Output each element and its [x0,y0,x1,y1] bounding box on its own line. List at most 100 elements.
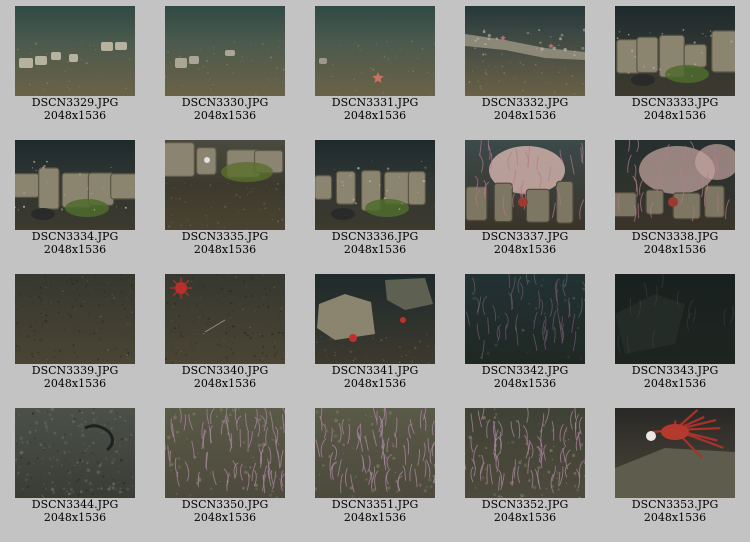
gallery-item: DSCN3341.JPG 2048x1536 [300,268,450,398]
filename-label: DSCN3330.JPG [181,96,269,109]
thumbnail-image[interactable] [615,140,735,230]
thumbnail-image[interactable] [315,274,435,364]
filename-label: DSCN3352.JPG [481,498,569,511]
thumbnail-caption: DSCN3342.JPG 2048x1536 [450,364,600,390]
thumbnail-image[interactable] [465,6,585,96]
thumbnail-image[interactable] [165,274,285,364]
dimensions-label: 2048x1536 [343,511,407,524]
thumbnail-image[interactable] [15,140,135,230]
thumbnail-caption: DSCN3341.JPG 2048x1536 [300,364,450,390]
dimensions-label: 2048x1536 [193,377,257,390]
thumbnail-caption: DSCN3350.JPG 2048x1536 [150,498,300,524]
dimensions-label: 2048x1536 [493,511,557,524]
gallery-item: DSCN3338.JPG 2048x1536 [600,134,750,264]
thumbnail-caption: DSCN3353.JPG 2048x1536 [600,498,750,524]
dimensions-label: 2048x1536 [43,109,107,122]
dimensions-label: 2048x1536 [43,511,107,524]
thumbnail-caption: DSCN3336.JPG 2048x1536 [300,230,450,256]
thumbnail-image[interactable] [165,6,285,96]
dimensions-label: 2048x1536 [193,109,257,122]
gallery-item: DSCN3353.JPG 2048x1536 [600,402,750,532]
filename-label: DSCN3343.JPG [631,364,719,377]
filename-label: DSCN3333.JPG [631,96,719,109]
dimensions-label: 2048x1536 [643,243,707,256]
thumbnail-image[interactable] [465,274,585,364]
gallery-item: DSCN3351.JPG 2048x1536 [300,402,450,532]
thumbnail-caption: DSCN3334.JPG 2048x1536 [0,230,150,256]
filename-label: DSCN3340.JPG [181,364,269,377]
gallery-item: DSCN3337.JPG 2048x1536 [450,134,600,264]
dimensions-label: 2048x1536 [193,511,257,524]
thumbnail-image[interactable] [315,6,435,96]
thumbnail-caption: DSCN3333.JPG 2048x1536 [600,96,750,122]
thumbnail-image[interactable] [315,408,435,498]
thumbnail-caption: DSCN3344.JPG 2048x1536 [0,498,150,524]
filename-label: DSCN3342.JPG [481,364,569,377]
gallery-item: DSCN3335.JPG 2048x1536 [150,134,300,264]
filename-label: DSCN3344.JPG [31,498,119,511]
thumbnail-caption: DSCN3351.JPG 2048x1536 [300,498,450,524]
thumbnail-image[interactable] [315,140,435,230]
gallery-item: DSCN3330.JPG 2048x1536 [150,0,300,130]
gallery-item: DSCN3339.JPG 2048x1536 [0,268,150,398]
thumbnail-image[interactable] [615,274,735,364]
thumbnail-caption: DSCN3337.JPG 2048x1536 [450,230,600,256]
thumbnail-caption: DSCN3335.JPG 2048x1536 [150,230,300,256]
dimensions-label: 2048x1536 [493,243,557,256]
thumbnail-image[interactable] [615,6,735,96]
gallery-item: DSCN3331.JPG 2048x1536 [300,0,450,130]
dimensions-label: 2048x1536 [193,243,257,256]
filename-label: DSCN3329.JPG [31,96,119,109]
gallery-item: DSCN3336.JPG 2048x1536 [300,134,450,264]
filename-label: DSCN3331.JPG [331,96,419,109]
gallery-item: DSCN3332.JPG 2048x1536 [450,0,600,130]
gallery-item: DSCN3344.JPG 2048x1536 [0,402,150,532]
thumbnail-caption: DSCN3352.JPG 2048x1536 [450,498,600,524]
thumbnail-image[interactable] [165,140,285,230]
dimensions-label: 2048x1536 [43,243,107,256]
thumbnail-caption: DSCN3343.JPG 2048x1536 [600,364,750,390]
dimensions-label: 2048x1536 [493,377,557,390]
dimensions-label: 2048x1536 [43,377,107,390]
filename-label: DSCN3339.JPG [31,364,119,377]
thumbnail-caption: DSCN3340.JPG 2048x1536 [150,364,300,390]
thumbnail-image[interactable] [15,408,135,498]
dimensions-label: 2048x1536 [343,109,407,122]
filename-label: DSCN3337.JPG [481,230,569,243]
thumbnail-image[interactable] [15,6,135,96]
thumbnail-caption: DSCN3338.JPG 2048x1536 [600,230,750,256]
gallery-item: DSCN3329.JPG 2048x1536 [0,0,150,130]
gallery-item: DSCN3342.JPG 2048x1536 [450,268,600,398]
filename-label: DSCN3353.JPG [631,498,719,511]
filename-label: DSCN3335.JPG [181,230,269,243]
dimensions-label: 2048x1536 [643,109,707,122]
filename-label: DSCN3338.JPG [631,230,719,243]
gallery-item: DSCN3334.JPG 2048x1536 [0,134,150,264]
thumbnail-image[interactable] [465,140,585,230]
thumbnail-image[interactable] [465,408,585,498]
dimensions-label: 2048x1536 [643,377,707,390]
dimensions-label: 2048x1536 [493,109,557,122]
filename-label: DSCN3341.JPG [331,364,419,377]
gallery-item: DSCN3340.JPG 2048x1536 [150,268,300,398]
thumbnail-image[interactable] [165,408,285,498]
filename-label: DSCN3334.JPG [31,230,119,243]
dimensions-label: 2048x1536 [343,243,407,256]
gallery-item: DSCN3352.JPG 2048x1536 [450,402,600,532]
thumbnail-caption: DSCN3329.JPG 2048x1536 [0,96,150,122]
gallery-item: DSCN3350.JPG 2048x1536 [150,402,300,532]
thumbnail-caption: DSCN3332.JPG 2048x1536 [450,96,600,122]
thumbnail-caption: DSCN3339.JPG 2048x1536 [0,364,150,390]
thumbnail-gallery: DSCN3329.JPG 2048x1536 DSCN3330.JPG 2048x15… [0,0,750,542]
dimensions-label: 2048x1536 [343,377,407,390]
filename-label: DSCN3351.JPG [331,498,419,511]
filename-label: DSCN3336.JPG [331,230,419,243]
filename-label: DSCN3332.JPG [481,96,569,109]
thumbnail-caption: DSCN3330.JPG 2048x1536 [150,96,300,122]
dimensions-label: 2048x1536 [643,511,707,524]
thumbnail-image[interactable] [615,408,735,498]
filename-label: DSCN3350.JPG [181,498,269,511]
thumbnail-image[interactable] [15,274,135,364]
gallery-item: DSCN3343.JPG 2048x1536 [600,268,750,398]
thumbnail-caption: DSCN3331.JPG 2048x1536 [300,96,450,122]
